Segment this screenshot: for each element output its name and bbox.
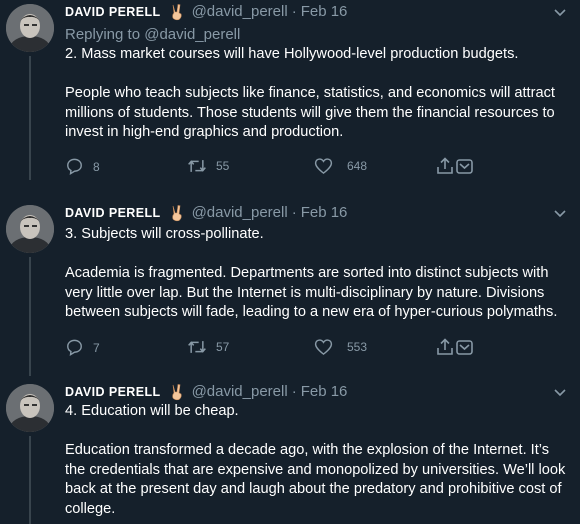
retweet-icon bbox=[187, 157, 207, 175]
thread-line bbox=[29, 56, 31, 180]
tweet-paragraph: 2. Mass market courses will have Hollywo… bbox=[65, 46, 519, 62]
thread-line bbox=[29, 436, 31, 524]
share-button[interactable] bbox=[435, 338, 475, 356]
tweet-paragraph: People who teach subjects like finance, … bbox=[65, 85, 555, 141]
author-handle[interactable]: @david_perell bbox=[192, 2, 288, 22]
chevron-down-icon[interactable] bbox=[554, 384, 566, 400]
chevron-down-icon[interactable] bbox=[554, 4, 566, 20]
like-button[interactable]: 648 bbox=[314, 157, 367, 175]
like-count: 648 bbox=[347, 159, 368, 173]
tweet-text: 3. Subjects will cross-pollinate. Academ… bbox=[65, 225, 570, 323]
victory-hand-icon bbox=[168, 3, 186, 21]
reply-count: 8 bbox=[93, 159, 100, 174]
tweet-date[interactable]: Feb 16 bbox=[301, 2, 348, 22]
tweet-text: 2. Mass market courses will have Hollywo… bbox=[65, 45, 570, 143]
reply-count: 7 bbox=[93, 340, 100, 355]
author-name[interactable]: DAVID PERELL bbox=[65, 2, 161, 22]
like-count: 553 bbox=[347, 340, 368, 354]
separator: · bbox=[291, 204, 297, 221]
avatar[interactable] bbox=[6, 384, 54, 432]
tweet-paragraph: 4. Education will be cheap. bbox=[65, 403, 239, 419]
victory-hand-icon bbox=[168, 204, 186, 222]
share-button[interactable] bbox=[435, 157, 475, 175]
avatar[interactable] bbox=[6, 205, 54, 253]
author-name[interactable]: DAVID PERELL bbox=[65, 203, 161, 223]
retweet-button[interactable]: 57 bbox=[187, 338, 229, 356]
author-handle[interactable]: @david_perell bbox=[192, 203, 288, 223]
author-name[interactable]: DAVID PERELL bbox=[65, 382, 161, 402]
retweet-count: 55 bbox=[216, 159, 230, 173]
share-icon bbox=[435, 338, 475, 356]
tweet-date[interactable]: Feb 16 bbox=[301, 382, 348, 402]
avatar[interactable] bbox=[6, 4, 54, 52]
comment-icon bbox=[65, 157, 84, 176]
separator: · bbox=[291, 383, 297, 400]
tweet-actions: 8 55 648 bbox=[65, 157, 485, 177]
tweet-actions: 7 57 553 bbox=[65, 338, 485, 358]
tweet-paragraph: Education transformed a decade ago, with… bbox=[65, 442, 566, 517]
tweet-paragraph: 3. Subjects will cross-pollinate. bbox=[65, 226, 264, 242]
heart-icon bbox=[314, 157, 333, 175]
tweet-header: DAVID PERELL @david_perell · Feb 16 bbox=[65, 2, 347, 22]
separator: · bbox=[291, 3, 297, 20]
tweet-text: 4. Education will be cheap. Education tr… bbox=[65, 402, 570, 520]
tweet-date[interactable]: Feb 16 bbox=[301, 203, 348, 223]
retweet-button[interactable]: 55 bbox=[187, 157, 229, 175]
victory-hand-icon bbox=[168, 383, 186, 401]
retweet-count: 57 bbox=[216, 340, 230, 354]
like-button[interactable]: 553 bbox=[314, 338, 367, 356]
chevron-down-icon[interactable] bbox=[554, 205, 566, 221]
reply-button[interactable]: 8 bbox=[65, 157, 100, 176]
tweet[interactable]: DAVID PERELL @david_perell · Feb 16 4. E… bbox=[0, 380, 580, 524]
heart-icon bbox=[314, 338, 333, 356]
retweet-icon bbox=[187, 338, 207, 356]
replying-to[interactable]: Replying to @david_perell bbox=[65, 25, 240, 45]
thread-line bbox=[29, 257, 31, 376]
tweet-header: DAVID PERELL @david_perell · Feb 16 bbox=[65, 203, 347, 223]
tweet[interactable]: DAVID PERELL @david_perell · Feb 16 3. S… bbox=[0, 201, 580, 376]
tweet-header: DAVID PERELL @david_perell · Feb 16 bbox=[65, 382, 347, 402]
reply-button[interactable]: 7 bbox=[65, 338, 100, 357]
author-handle[interactable]: @david_perell bbox=[192, 382, 288, 402]
tweet[interactable]: DAVID PERELL @david_perell · Feb 16 Repl… bbox=[0, 0, 580, 180]
comment-icon bbox=[65, 338, 84, 357]
share-icon bbox=[435, 157, 475, 175]
tweet-paragraph: Academia is fragmented. Departments are … bbox=[65, 265, 558, 321]
